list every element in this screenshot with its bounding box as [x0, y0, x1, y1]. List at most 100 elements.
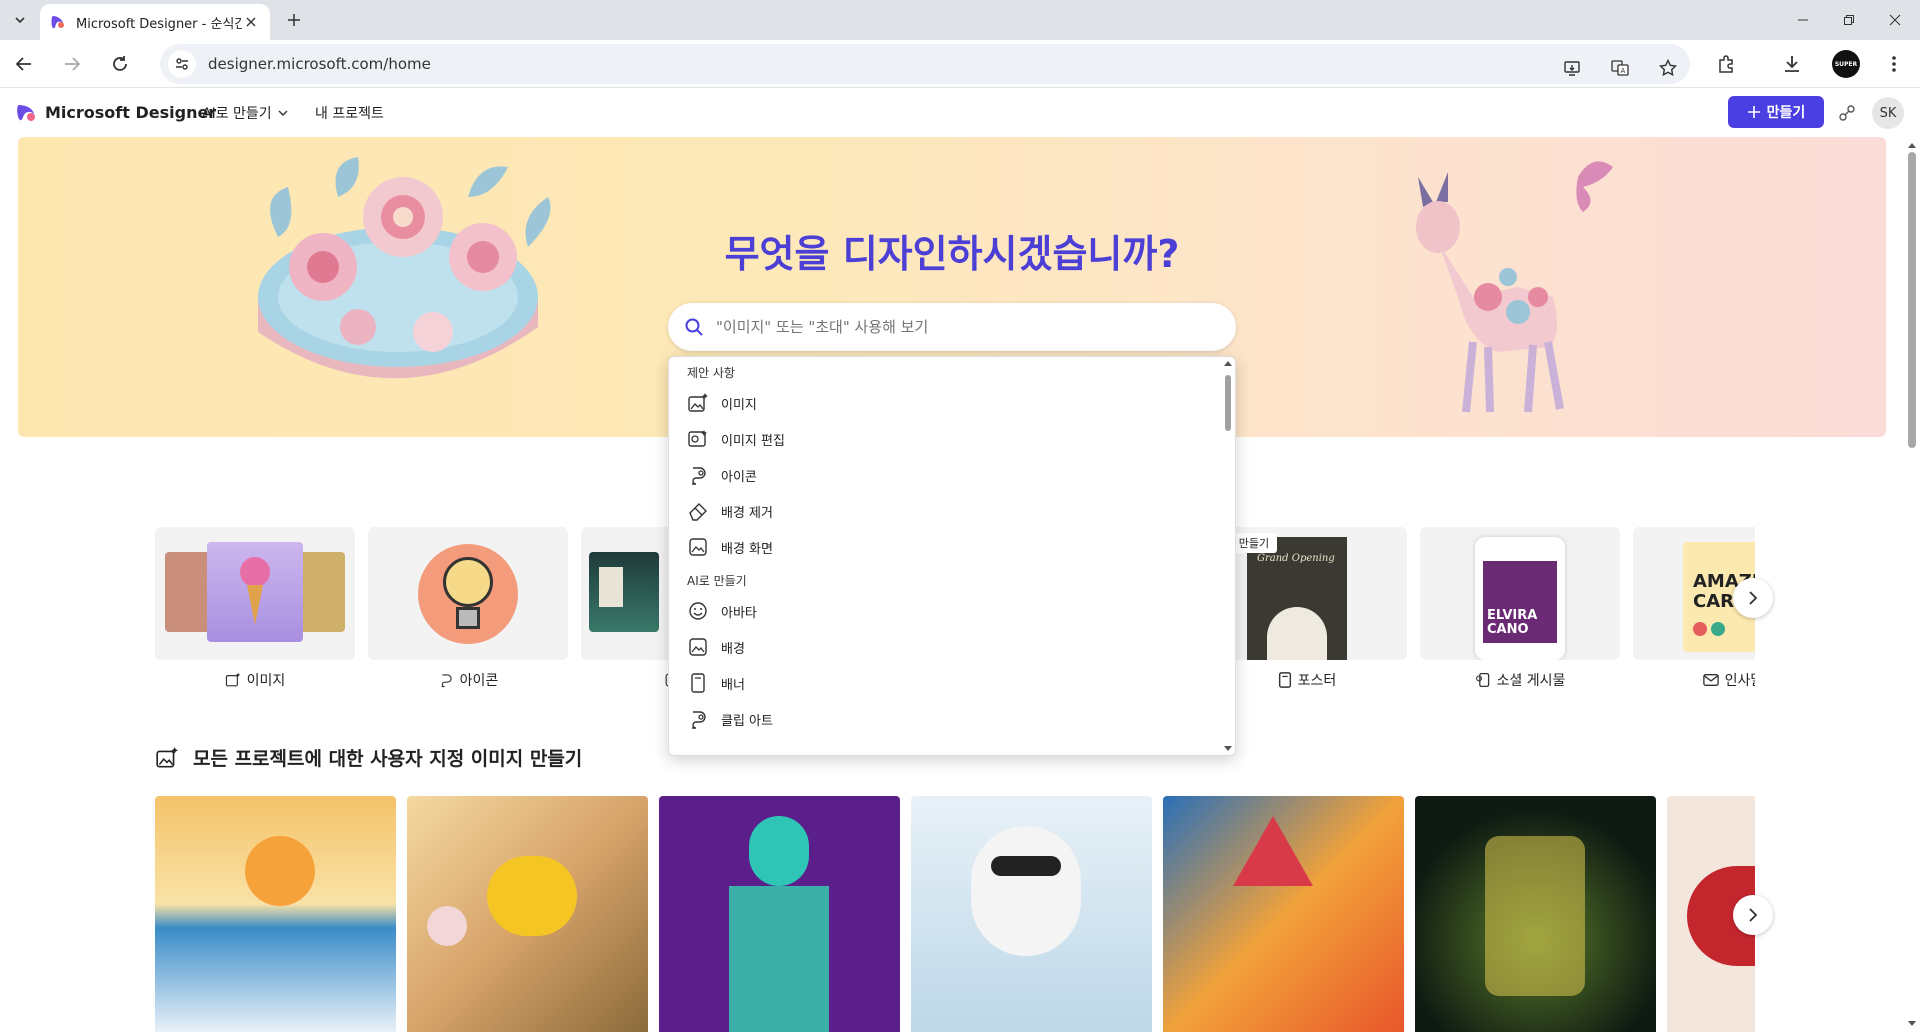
create-button[interactable]: 만들기	[1728, 96, 1824, 128]
tab-search-button[interactable]	[8, 8, 32, 32]
new-tab-button[interactable]	[282, 8, 306, 32]
category-label: 이미지	[246, 673, 286, 689]
suggestions-dropdown: 제안 사항 이미지 이미지 편집 아이콘 배경 제거 배경 화면 AI로 만들기…	[668, 356, 1236, 756]
page-scroll-thumb[interactable]	[1908, 152, 1916, 448]
designer-favicon-icon	[51, 16, 64, 29]
image-sparkle-icon	[225, 672, 240, 687]
gallery-image-gymnast[interactable]	[659, 796, 900, 1032]
gallery-next-button[interactable]	[1733, 895, 1773, 935]
address-bar[interactable]: designer.microsoft.com/home A	[160, 44, 1690, 84]
image-edit-icon	[688, 430, 707, 447]
gallery-image-kite[interactable]	[1163, 796, 1404, 1032]
scroll-up-arrow-icon[interactable]	[1223, 359, 1233, 367]
search-icon	[685, 318, 703, 336]
background-icon	[689, 638, 707, 656]
gallery-image-beach-wedding[interactable]	[155, 796, 396, 1032]
reload-button[interactable]	[108, 52, 132, 76]
app-header: Microsoft Designer AI로 만들기 내 프로젝트 만들기 SK	[0, 88, 1920, 136]
category-label-row: 아이콘	[368, 670, 568, 690]
category-label: 인사말	[1724, 673, 1755, 689]
suggestion-label: 아이콘	[721, 469, 757, 485]
user-avatar[interactable]: SK	[1872, 97, 1904, 129]
back-button[interactable]	[12, 52, 36, 76]
scroll-down-arrow-icon[interactable]	[1223, 745, 1233, 753]
custom-images-section-header: 모든 프로젝트에 대한 사용자 지정 이미지 만들기	[155, 744, 582, 771]
download-icon[interactable]	[1780, 52, 1804, 76]
bookmark-star-icon[interactable]	[1656, 56, 1680, 80]
svg-text:A: A	[1621, 67, 1626, 75]
scroll-down-arrow-icon[interactable]	[1907, 1020, 1917, 1028]
chevron-down-icon	[15, 17, 25, 24]
designer-logo-icon[interactable]	[16, 102, 38, 124]
chevron-right-icon	[1749, 908, 1758, 922]
brand-name[interactable]: Microsoft Designer	[45, 103, 216, 122]
clip-art-icon	[692, 711, 706, 729]
wallpaper-icon	[689, 538, 707, 556]
category-label-row: 소셜 게시물	[1420, 670, 1620, 690]
suggestion-icon[interactable]: 아이콘	[669, 457, 1235, 493]
category-thumb: ELVIRA CANO	[1420, 527, 1620, 660]
scroll-up-arrow-icon[interactable]	[1907, 141, 1917, 149]
ai-item-label: 배경	[721, 641, 745, 657]
arrow-right-icon	[65, 57, 81, 71]
close-tab-icon[interactable]	[242, 13, 260, 31]
site-info-icon[interactable]	[168, 50, 196, 78]
suggestions-section-title: 제안 사항	[687, 366, 735, 380]
suggestion-remove-background[interactable]: 배경 제거	[669, 493, 1235, 529]
avatar-smile-icon	[689, 602, 707, 620]
category-poster[interactable]: Grand Opening 새로 만들기 포스터	[1207, 527, 1407, 690]
dropdown-scroll-thumb[interactable]	[1225, 375, 1231, 431]
browser-tab[interactable]: Microsoft Designer - 순식간에 놀라운	[40, 4, 270, 40]
suggestion-image[interactable]: 이미지	[669, 385, 1235, 421]
share-link-icon[interactable]	[1836, 102, 1858, 124]
gallery-image-firefly-jar[interactable]	[1415, 796, 1656, 1032]
extensions-icon[interactable]	[1714, 52, 1738, 76]
category-label-row: 포스터	[1207, 670, 1407, 690]
search-input[interactable]	[716, 318, 1216, 336]
profile-avatar[interactable]: SUPER	[1832, 50, 1860, 78]
ai-item-clip-art[interactable]: 클립 아트	[669, 701, 1235, 737]
browser-tab-strip: Microsoft Designer - 순식간에 놀라운	[0, 0, 1920, 40]
eraser-icon	[689, 503, 707, 521]
translate-icon[interactable]: A	[1608, 56, 1632, 80]
minimize-button[interactable]	[1780, 0, 1826, 40]
close-window-button[interactable]	[1872, 0, 1918, 40]
design-search-box[interactable]	[668, 303, 1236, 351]
ai-item-background[interactable]: 배경	[669, 629, 1235, 665]
mail-icon	[1702, 674, 1719, 686]
suggestion-image-edit[interactable]: 이미지 편집	[669, 421, 1235, 457]
restore-icon	[1844, 15, 1854, 25]
category-image[interactable]: 이미지	[155, 527, 355, 690]
category-label: 포스터	[1297, 673, 1337, 689]
category-thumb	[155, 527, 355, 660]
poster-icon	[1278, 672, 1291, 688]
category-next-button[interactable]	[1733, 578, 1773, 618]
poster-text: Grand Opening	[1257, 553, 1335, 564]
ai-create-menu[interactable]: AI로 만들기	[202, 103, 288, 123]
url-text[interactable]: designer.microsoft.com/home	[208, 55, 431, 73]
suggestion-wallpaper[interactable]: 배경 화면	[669, 529, 1235, 565]
more-menu-icon[interactable]	[1882, 52, 1906, 76]
icon-shape-icon	[692, 467, 706, 485]
install-app-icon[interactable]	[1560, 56, 1584, 80]
category-social-post[interactable]: ELVIRA CANO 소셜 게시물	[1420, 527, 1620, 690]
suggestion-label: 이미지	[721, 397, 757, 413]
ai-item-label: 배너	[721, 677, 745, 693]
ai-item-banner[interactable]: 배너	[669, 665, 1235, 701]
suggestion-label: 배경 제거	[721, 505, 773, 521]
category-label: 소셜 게시물	[1496, 673, 1566, 689]
category-label-row: 이미지	[155, 670, 355, 690]
ai-item-avatar[interactable]: 아바타	[669, 593, 1235, 629]
ai-create-section-title: AI로 만들기	[687, 574, 747, 588]
gallery-image-yeti[interactable]	[911, 796, 1152, 1032]
browser-toolbar: designer.microsoft.com/home A SUPER	[0, 40, 1920, 88]
restore-button[interactable]	[1826, 0, 1872, 40]
my-projects-link[interactable]: 내 프로젝트	[315, 103, 384, 123]
gallery-image-canary[interactable]	[407, 796, 648, 1032]
forward-button[interactable]	[60, 52, 84, 76]
banner-icon	[691, 673, 705, 693]
chevron-down-icon	[278, 110, 288, 116]
category-icon[interactable]: 아이콘	[368, 527, 568, 690]
tab-title: Microsoft Designer - 순식간에 놀라운	[76, 16, 242, 32]
category-thumb: Grand Opening 새로 만들기	[1207, 527, 1407, 660]
